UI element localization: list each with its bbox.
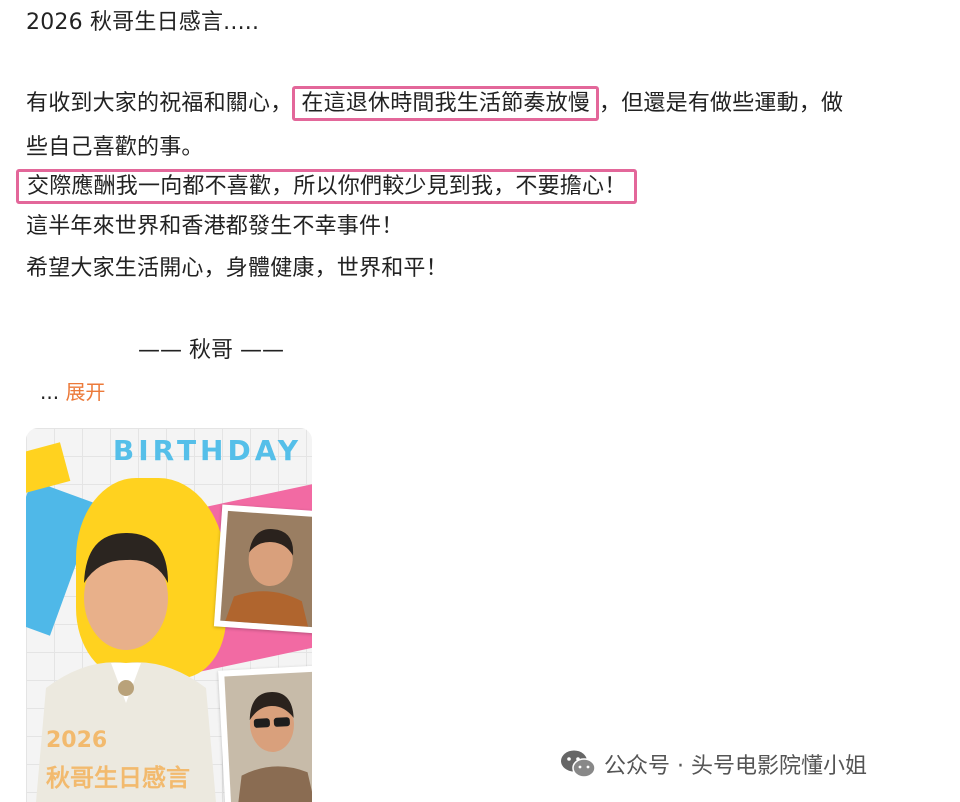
birthday-poster-image[interactable]: BIRTHDAY 2026 秋哥生日感言 (26, 428, 312, 802)
post-line-6: 希望大家生活開心，身體健康，世界和平！ (26, 256, 448, 281)
birthday-title: BIRTHDAY (112, 434, 302, 467)
inset-photo-top (213, 504, 312, 634)
post-line-3: 些自己喜歡的事。 (26, 135, 204, 160)
expand-link[interactable]: 展开 (65, 380, 105, 404)
portrait-figure-icon (36, 533, 216, 802)
expand-row: ... 展开 (40, 378, 105, 406)
post-line-2: 有收到大家的祝福和關心， 在這退休時間我生活節奏放慢 ，但還是有做些運動，做 (26, 86, 844, 121)
post-signature: —— 秋哥 —— (138, 338, 284, 363)
line-2-text-b: ，但還是有做些運動，做 (599, 91, 844, 116)
post-line-5: 這半年來世界和香港都發生不幸事件！ (26, 214, 404, 239)
watermark-text: 公众号 · 头号电影院懂小姐 (604, 754, 867, 779)
inset-portrait-icon (225, 529, 309, 627)
highlight-box-retirement: 在這退休時間我生活節奏放慢 (292, 86, 600, 121)
ellipsis: ... (40, 380, 60, 404)
post-title: 2026 秋哥生日感言..... (26, 10, 260, 35)
poster-caption: 秋哥生日感言 (46, 764, 190, 792)
wechat-icon (560, 749, 596, 779)
inset-portrait-sunglasses-icon (236, 692, 312, 802)
inset-photo-bottom (218, 665, 312, 802)
watermark: 公众号 · 头号电影院懂小姐 (560, 748, 867, 780)
highlight-box-socializing: 交際應酬我一向都不喜歡，所以你們較少見到我，不要擔心！ (16, 169, 638, 204)
main-portrait (26, 488, 216, 802)
line-2-text-a: 有收到大家的祝福和關心， (26, 91, 293, 116)
post-line-4: 交際應酬我一向都不喜歡，所以你們較少見到我，不要擔心！ (16, 169, 638, 204)
poster-year: 2026 (46, 728, 108, 753)
